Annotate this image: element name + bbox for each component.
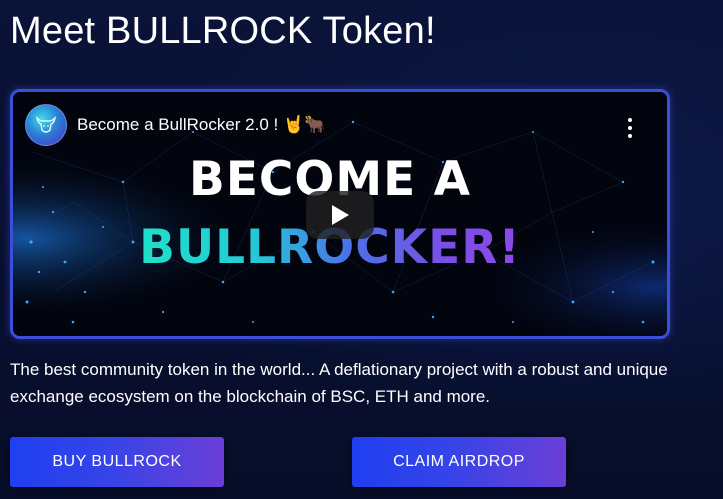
buy-bullrock-button[interactable]: BUY BULLROCK — [10, 437, 224, 487]
token-description: The best community token in the world...… — [10, 360, 668, 406]
page-title: Meet BULLROCK Token! — [10, 10, 436, 52]
kebab-dot — [628, 118, 632, 122]
video-header: Become a BullRocker 2.0 ! 🤘🐂 — [25, 104, 325, 146]
bull-glyph — [35, 115, 57, 133]
kebab-dot — [628, 126, 632, 130]
claim-airdrop-button[interactable]: CLAIM AIRDROP — [352, 437, 566, 487]
more-vertical-icon[interactable] — [627, 118, 633, 138]
bull-logo-icon[interactable] — [25, 104, 67, 146]
play-icon — [332, 205, 349, 225]
play-button[interactable] — [306, 191, 374, 239]
video-embed[interactable]: Become a BullRocker 2.0 ! 🤘🐂 BECOME A BU… — [10, 89, 670, 339]
video-title[interactable]: Become a BullRocker 2.0 ! 🤘🐂 — [77, 115, 325, 135]
kebab-dot — [628, 134, 632, 138]
page: Meet BULLROCK Token! Become a BullRocker… — [0, 0, 723, 499]
